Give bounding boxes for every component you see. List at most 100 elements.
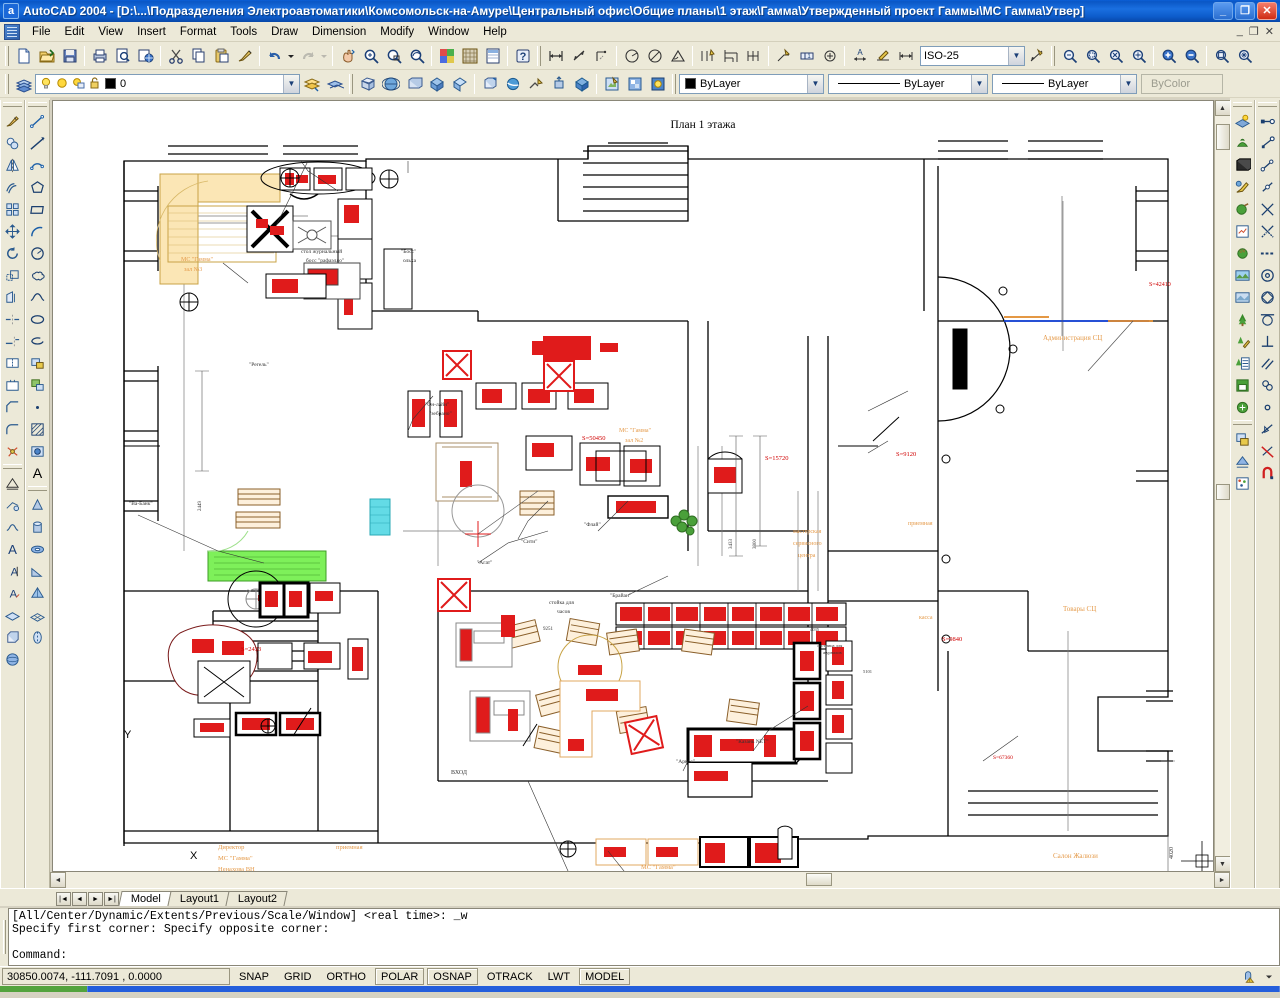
render-icon[interactable]	[600, 73, 623, 95]
drawing-canvas[interactable]: Y X План 1 этажа МС "Гамма"зал №3МС "Гам…	[52, 100, 1214, 872]
dimension-edit-icon[interactable]: A	[848, 45, 871, 67]
3d-box-icon[interactable]	[1, 626, 24, 648]
aligned-dimension-icon[interactable]	[567, 45, 590, 67]
landscape-library-icon[interactable]	[1231, 352, 1254, 374]
center-mark-icon[interactable]	[818, 45, 841, 67]
status-toggle-snap[interactable]: SNAP	[233, 968, 275, 985]
toolbar-grip[interactable]	[28, 102, 47, 107]
line-icon[interactable]	[26, 110, 49, 132]
angular-dimension-icon[interactable]	[666, 45, 689, 67]
menu-view[interactable]: View	[91, 24, 130, 40]
image-adjust-icon[interactable]	[1231, 472, 1254, 494]
menu-tools[interactable]: Tools	[223, 24, 264, 40]
hidden-icon[interactable]	[402, 73, 425, 95]
undo-dropdown-icon[interactable]	[286, 45, 296, 67]
tab-layout2[interactable]: Layout2	[226, 891, 288, 906]
insert-block-icon[interactable]	[26, 352, 49, 374]
array-icon[interactable]	[1, 198, 24, 220]
landscape-new-icon[interactable]	[1231, 308, 1254, 330]
wedge-icon[interactable]	[26, 560, 49, 582]
baseline-dimension-icon[interactable]	[719, 45, 742, 67]
3d-continuous-orbit-icon[interactable]	[501, 73, 524, 95]
status-toggle-osnap[interactable]: OSNAP	[427, 968, 478, 985]
lightbulb-on-icon[interactable]	[39, 76, 54, 91]
3d-adjust-distance-icon[interactable]	[547, 73, 570, 95]
gouraud-shaded-icon[interactable]	[448, 73, 471, 95]
menu-insert[interactable]: Insert	[130, 24, 173, 40]
extend-icon[interactable]	[1, 330, 24, 352]
command-window-grip[interactable]	[0, 908, 8, 966]
menu-help[interactable]: Help	[476, 24, 514, 40]
radius-dimension-icon[interactable]	[620, 45, 643, 67]
lock-open-icon[interactable]	[87, 76, 102, 91]
dimension-text-edit-icon[interactable]	[871, 45, 894, 67]
scroll-up-button[interactable]: ▲	[1215, 100, 1231, 116]
layer-properties-manager-icon[interactable]	[12, 73, 35, 95]
sun-icon[interactable]	[55, 76, 70, 91]
zoom-in-icon[interactable]	[1157, 45, 1180, 67]
multiline-icon[interactable]	[1, 494, 24, 516]
lights-icon[interactable]	[646, 73, 669, 95]
snap-node-icon[interactable]	[1256, 396, 1279, 418]
snap-tangent-icon[interactable]	[1256, 308, 1279, 330]
toolbar-grip[interactable]	[349, 74, 353, 94]
chevron-down-icon[interactable]: ▼	[1120, 75, 1136, 93]
tab-layout1[interactable]: Layout1	[167, 891, 229, 906]
cut-icon[interactable]	[164, 45, 187, 67]
diameter-dimension-icon[interactable]	[643, 45, 666, 67]
vertical-scroll-thumb[interactable]	[1216, 124, 1230, 150]
dimension-update-icon[interactable]	[894, 45, 917, 67]
toolbar-grip[interactable]	[3, 464, 22, 469]
zoom-previous-icon[interactable]	[405, 45, 428, 67]
snap-apparent-intersection-icon[interactable]	[1256, 220, 1279, 242]
hatch-icon[interactable]	[26, 418, 49, 440]
document-menu-icon[interactable]	[4, 24, 20, 40]
chevron-down-icon[interactable]: ▼	[807, 75, 823, 93]
status-toggle-model[interactable]: MODEL	[579, 968, 630, 985]
tray-expand-icon[interactable]	[1260, 968, 1278, 985]
3d-cone-icon[interactable]	[26, 494, 49, 516]
mirror-icon[interactable]	[1, 154, 24, 176]
single-line-text-icon[interactable]: A	[1, 560, 24, 582]
render-icon[interactable]	[1231, 110, 1254, 132]
point-icon[interactable]	[26, 396, 49, 418]
redo-icon[interactable]	[296, 45, 319, 67]
chevron-down-icon[interactable]: ▼	[1008, 47, 1024, 65]
vertical-scroll-secondary-thumb[interactable]	[1216, 484, 1230, 500]
render-save-icon[interactable]	[1231, 374, 1254, 396]
zoom-window-icon[interactable]	[382, 45, 405, 67]
3d-cylinder-icon[interactable]	[26, 516, 49, 538]
3d-sphere-icon[interactable]	[1, 648, 24, 670]
snap-insert-icon[interactable]	[1256, 374, 1279, 396]
properties-icon[interactable]	[435, 45, 458, 67]
ellipse-arc-icon[interactable]	[26, 330, 49, 352]
toolbar-grip[interactable]	[5, 46, 9, 66]
command-line-text[interactable]: [All/Center/Dynamic/Extents/Previous/Sca…	[8, 908, 1280, 966]
tolerance-icon[interactable]: 1	[795, 45, 818, 67]
chevron-down-icon[interactable]: ▼	[283, 75, 299, 93]
snap-quadrant-icon[interactable]	[1256, 286, 1279, 308]
3d-orbit-icon[interactable]	[478, 73, 501, 95]
plot-icon[interactable]	[88, 45, 111, 67]
menu-draw[interactable]: Draw	[264, 24, 305, 40]
toolbar-grip[interactable]	[5, 74, 9, 94]
coordinates-display[interactable]: 30850.0074, -111.7091 , 0.0000	[2, 968, 230, 985]
snap-midpoint-icon[interactable]	[1256, 176, 1279, 198]
make-block-icon[interactable]	[26, 374, 49, 396]
minimize-button[interactable]: _	[1213, 2, 1233, 20]
3d-torus-icon[interactable]	[26, 538, 49, 560]
status-toggle-lwt[interactable]: LWT	[542, 968, 576, 985]
toolbar-grip[interactable]	[1233, 420, 1252, 425]
help-icon[interactable]: ?	[511, 45, 534, 67]
scenes-icon[interactable]	[1231, 132, 1254, 154]
status-toggle-polar[interactable]: POLAR	[375, 968, 424, 985]
zoom-all-icon[interactable]	[1210, 45, 1233, 67]
rectangle-icon[interactable]	[26, 198, 49, 220]
undo-icon[interactable]	[263, 45, 286, 67]
materials-library-icon[interactable]	[1231, 198, 1254, 220]
freeze-viewport-icon[interactable]	[71, 76, 86, 91]
sketch-icon[interactable]	[1, 516, 24, 538]
next-tab-icon[interactable]: ►	[88, 892, 103, 906]
linetype-combo[interactable]: ByLayer ▼	[828, 74, 988, 94]
new-icon[interactable]	[12, 45, 35, 67]
